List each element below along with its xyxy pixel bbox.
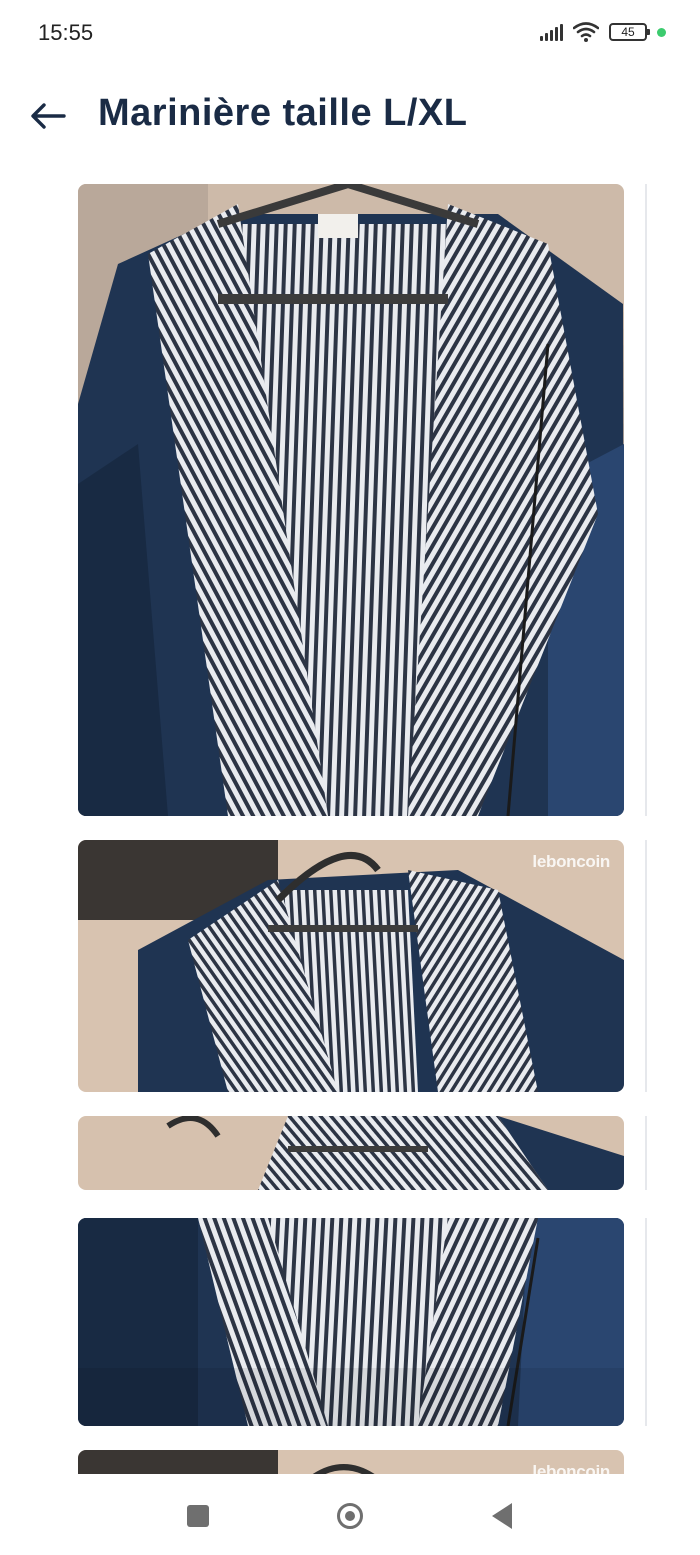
green-dot-indicator <box>657 27 666 37</box>
photo-gallery[interactable]: leboncoin leboncoin <box>0 184 700 1474</box>
signal-icon <box>540 23 563 41</box>
arrow-left-icon <box>31 103 66 129</box>
app-header: Marinière taille L/XL <box>0 66 700 166</box>
status-bar: 15:55 45 <box>0 0 700 66</box>
status-icons: 45 <box>540 22 666 42</box>
next-photo-edge <box>645 1218 647 1426</box>
page-title: Marinière taille L/XL <box>98 92 468 134</box>
listing-photo-2[interactable]: leboncoin <box>78 840 624 1092</box>
home-icon <box>337 1503 363 1529</box>
back-button[interactable] <box>26 94 70 138</box>
next-photo-edge <box>645 840 647 1092</box>
next-photo-edge <box>645 1116 647 1190</box>
wifi-icon <box>573 22 599 42</box>
listing-photo-5[interactable]: leboncoin <box>78 1450 624 1474</box>
status-time: 15:55 <box>38 20 94 45</box>
back-triangle-icon <box>492 1503 512 1529</box>
recent-apps-button[interactable] <box>176 1494 220 1538</box>
system-back-button[interactable] <box>480 1494 524 1538</box>
next-photo-edge <box>645 184 647 816</box>
home-button[interactable] <box>328 1494 372 1538</box>
listing-photo-1[interactable] <box>78 184 624 816</box>
system-nav-bar <box>0 1474 700 1555</box>
listing-photo-3[interactable] <box>78 1116 624 1190</box>
recent-apps-icon <box>187 1505 209 1527</box>
watermark-label: leboncoin <box>532 852 610 871</box>
watermark-label: leboncoin <box>532 1462 610 1474</box>
listing-photo-4[interactable] <box>78 1218 624 1426</box>
battery-icon: 45 <box>609 23 650 41</box>
